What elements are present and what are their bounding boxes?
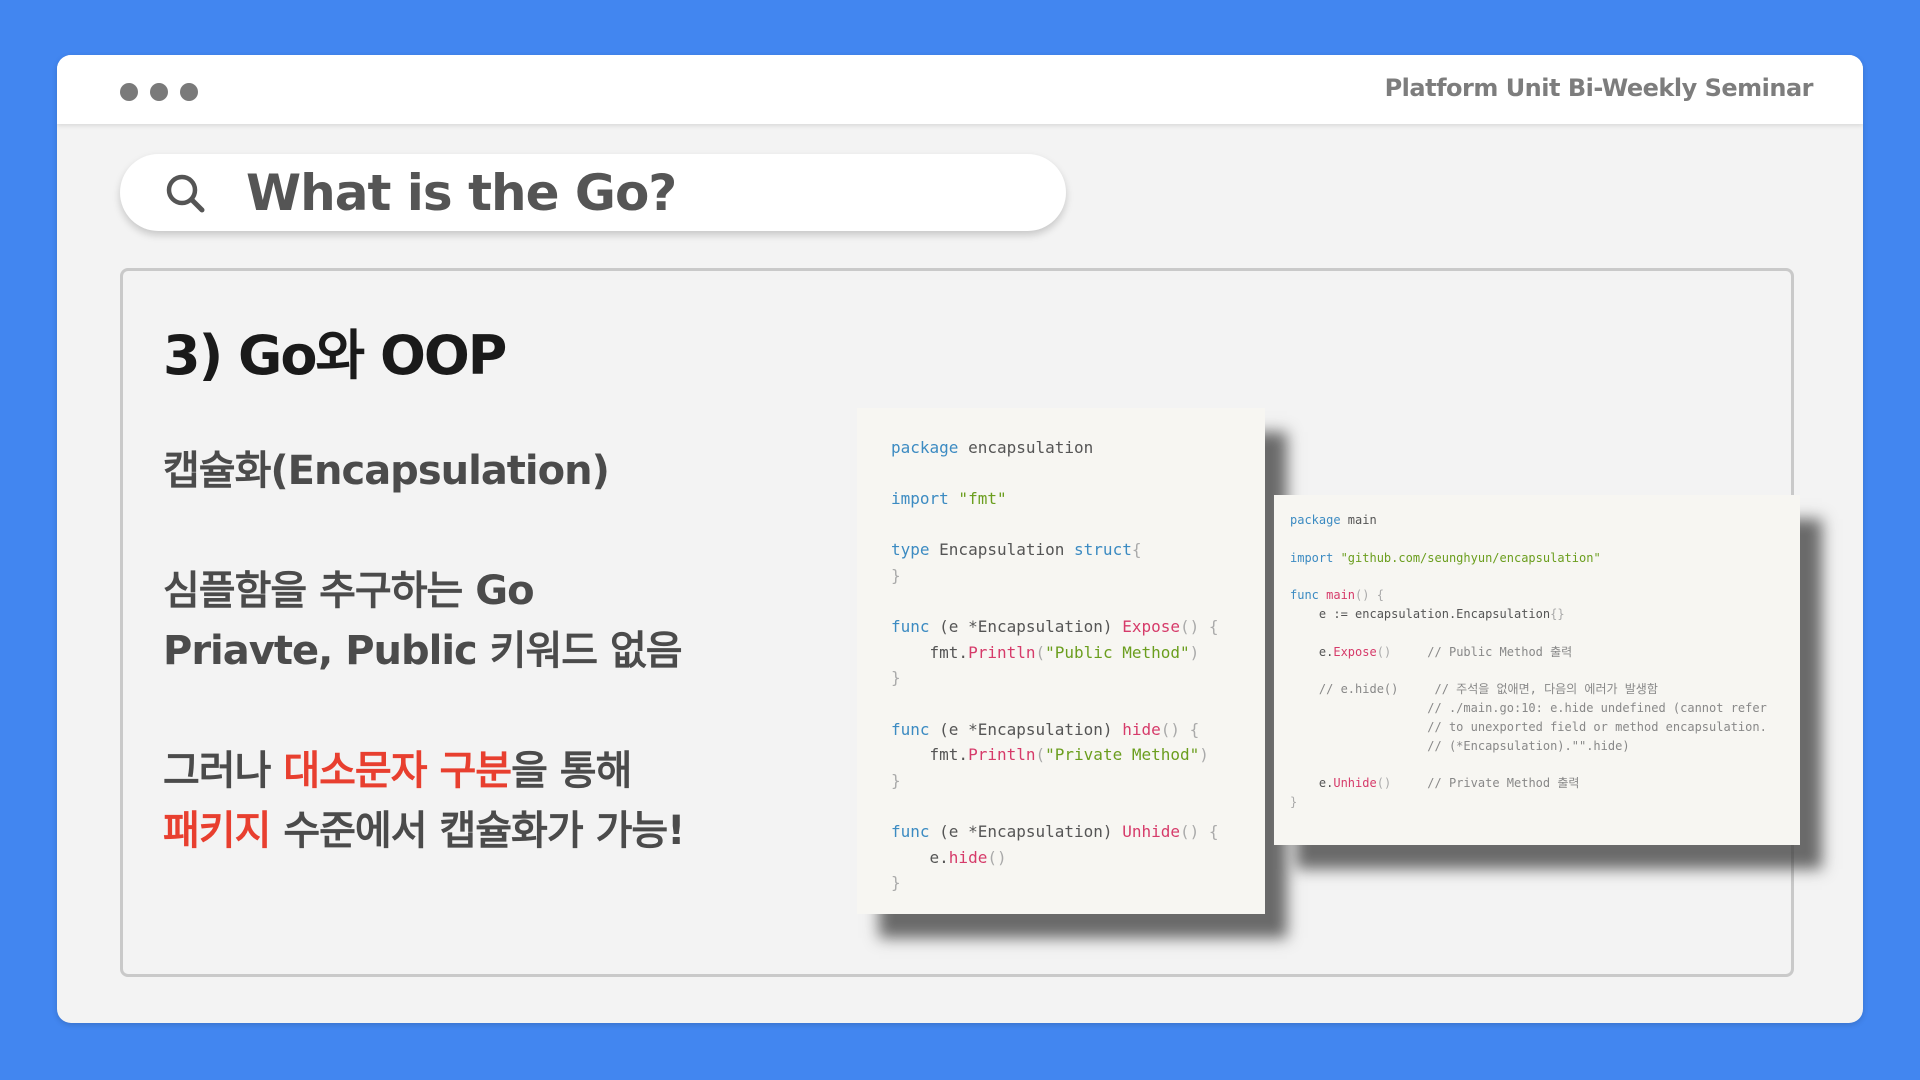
code-token: ): [1189, 642, 1200, 662]
section-title: 3) Go와 OOP: [163, 324, 507, 387]
text-fragment: 을 통해: [511, 748, 632, 794]
code-token: struct: [1074, 540, 1132, 560]
code-token: Unhide: [1333, 776, 1377, 791]
code-token: hide: [948, 847, 988, 867]
code-token: // to unexported field or method encapsu…: [1290, 719, 1767, 734]
code-token: Println: [968, 642, 1036, 662]
code-token: }: [891, 565, 901, 585]
code-snippet-main: package main import "github.com/seunghyu…: [1274, 495, 1800, 845]
code-token: (: [1035, 745, 1046, 765]
code-token: main: [1340, 513, 1377, 527]
code-token: Unhide: [1122, 821, 1180, 841]
code-token: () {: [1160, 719, 1200, 739]
code-token: e.: [891, 847, 949, 867]
code-token: // ./main.go:10: e.hide undefined (canno…: [1290, 700, 1767, 715]
title-bar: Platform Unit Bi-Weekly Seminar: [57, 55, 1863, 124]
code-token: () {: [1355, 588, 1384, 603]
code-token: {: [1131, 540, 1142, 560]
code-token: ): [1199, 745, 1209, 765]
code-token: Expose: [1333, 644, 1377, 659]
code-token: e := encapsulation.Encapsulation: [1290, 606, 1551, 621]
highlight-package: 패키지: [163, 808, 271, 854]
code-token: type: [891, 540, 930, 560]
window-dot-2[interactable]: [150, 83, 168, 101]
text-fragment: 그러나: [163, 748, 284, 794]
code-token: () {: [1179, 821, 1219, 841]
code-token: Encapsulation: [929, 540, 1075, 560]
code-token: (e *Encapsulation): [929, 719, 1123, 739]
code-token: "fmt": [948, 489, 1007, 509]
conclusion-line-2: 패키지 수준에서 캡슐화가 가능!: [163, 801, 685, 861]
code-token: }: [1290, 794, 1298, 809]
search-query[interactable]: What is the Go?: [246, 164, 677, 222]
code-token: }: [891, 873, 901, 893]
code-snippet-encapsulation: package encapsulation import "fmt" type …: [857, 408, 1265, 914]
code-token: package: [891, 438, 959, 457]
conclusion-block: 그러나 대소문자 구분을 통해 패키지 수준에서 캡슐화가 가능!: [163, 741, 685, 861]
subtitle: 캡슐화(Encapsulation): [163, 448, 610, 494]
code-token: fmt.: [891, 642, 969, 662]
code-token: Expose: [1122, 617, 1180, 637]
code-token: (: [1035, 642, 1046, 662]
code-token: func: [891, 821, 930, 841]
code-token: (e *Encapsulation): [929, 617, 1123, 637]
browser-window: Platform Unit Bi-Weekly Seminar What is …: [57, 55, 1863, 1023]
code-token: "Private Method": [1045, 745, 1200, 765]
code-token: import: [891, 489, 949, 509]
search-bar[interactable]: What is the Go?: [120, 154, 1066, 231]
search-icon: [166, 174, 205, 213]
code-token: "github.com/seunghyun/encapsulation": [1333, 550, 1601, 565]
code-token: func: [891, 719, 930, 739]
code-token: }: [891, 770, 901, 790]
highlight-case-sensitivity: 대소문자 구분: [283, 748, 512, 794]
code-token: e.: [1290, 644, 1334, 659]
code-token: fmt.: [891, 745, 969, 765]
conclusion-line-1: 그러나 대소문자 구분을 통해: [163, 741, 684, 801]
code-token: func: [891, 617, 930, 637]
code-token: (e *Encapsulation): [929, 821, 1123, 841]
code-token: // (*Encapsulation)."".hide): [1290, 738, 1630, 753]
code-token: import: [1290, 550, 1334, 565]
content-panel: 3) Go와 OOP 캡슐화(Encapsulation) 심플함을 추구하는 …: [120, 268, 1800, 977]
code-token: e.: [1290, 776, 1334, 791]
code-token: main: [1318, 588, 1356, 603]
code-token: () {: [1179, 617, 1219, 637]
text-fragment: 수준에서 캡슐화가 가능!: [270, 808, 685, 854]
code-token: // e.hide() // 주석을 없애면, 다음의 에러가 발생함: [1290, 682, 1658, 697]
code-token: // Private Method 출력: [1391, 776, 1580, 791]
code-token: package: [1290, 513, 1341, 527]
window-dot-3[interactable]: [180, 83, 198, 101]
code-token: (): [987, 847, 1007, 867]
window-dot-1[interactable]: [120, 83, 138, 101]
description-block: 심플함을 추구하는 Go Priavte, Public 키워드 없음: [163, 561, 683, 681]
code-token: hide: [1122, 719, 1161, 739]
description-line-2: Priavte, Public 키워드 없음: [163, 628, 683, 674]
description-line-1: 심플함을 추구하는 Go: [163, 568, 535, 614]
code-token: {}: [1550, 606, 1565, 621]
code-token: (): [1376, 776, 1392, 791]
code-token: // Public Method 출력: [1391, 644, 1573, 659]
code-token: (): [1376, 644, 1392, 659]
code-token: func: [1290, 588, 1319, 603]
code-token: Println: [968, 745, 1036, 765]
window-title: Platform Unit Bi-Weekly Seminar: [1384, 74, 1814, 102]
code-token: "Public Method": [1045, 642, 1190, 662]
code-token: }: [891, 668, 901, 688]
code-token: encapsulation: [958, 438, 1094, 457]
